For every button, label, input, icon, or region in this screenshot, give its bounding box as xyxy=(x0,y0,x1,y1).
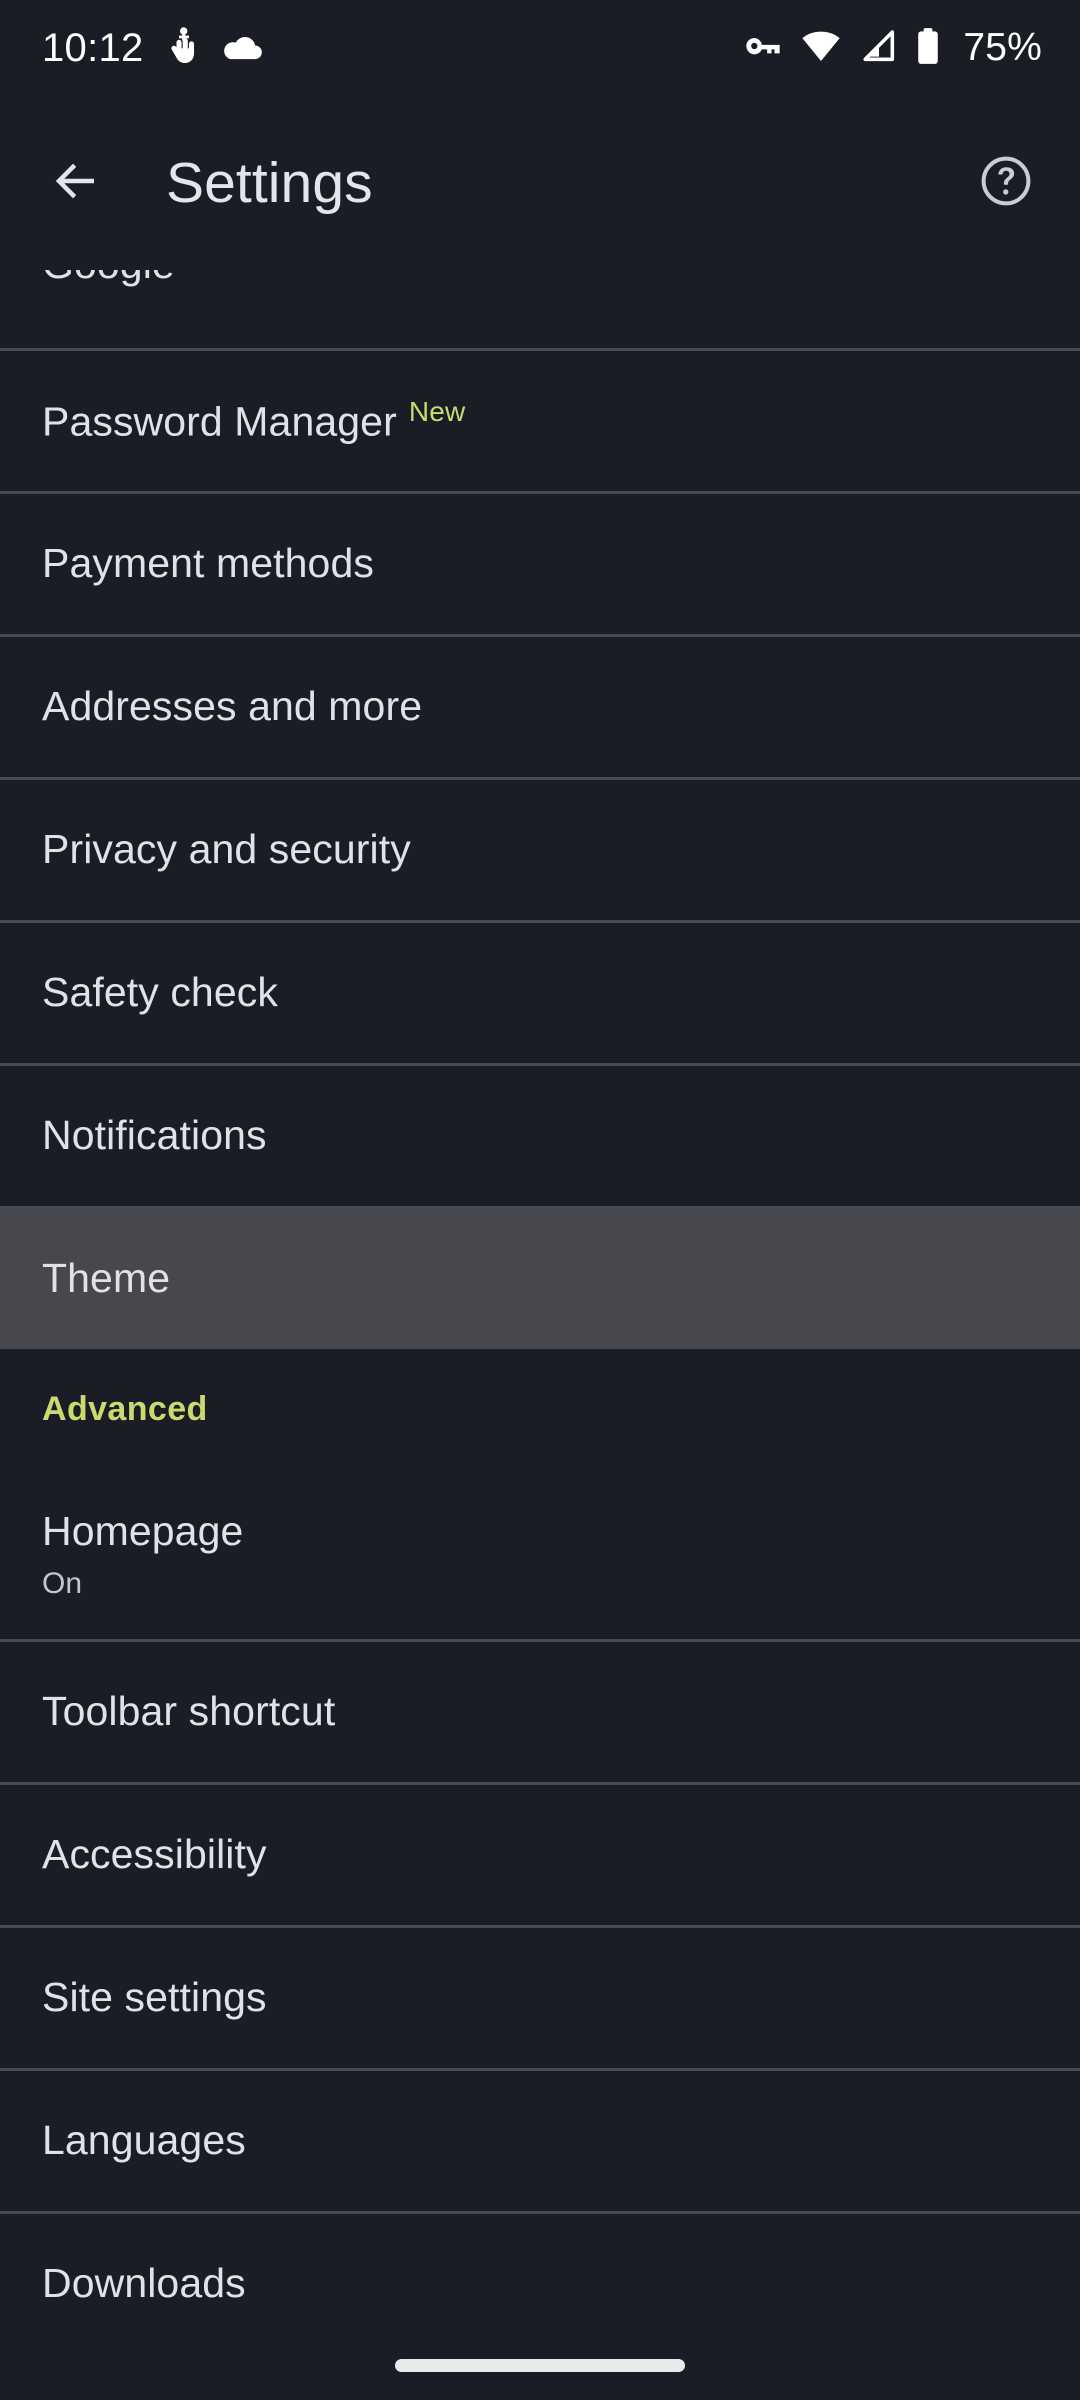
row-title: Password Manager xyxy=(42,399,397,445)
list-item-google[interactable]: Google xyxy=(0,270,1080,348)
list-item-theme[interactable]: Theme xyxy=(0,1209,1080,1349)
new-badge: New xyxy=(409,396,466,427)
row-title: Safety check xyxy=(42,968,1038,1017)
row-title: Theme xyxy=(42,1254,1038,1303)
settings-list[interactable]: Google Password Manager New Payment metho… xyxy=(0,270,1080,2330)
row-title: Google xyxy=(42,270,175,289)
status-clock: 10:12 xyxy=(42,26,144,71)
battery-percent-label: 75% xyxy=(963,26,1042,70)
status-bar-left: 10:12 xyxy=(42,26,264,71)
cloud-icon xyxy=(222,31,264,66)
list-item-downloads[interactable]: Downloads xyxy=(0,2214,1080,2330)
home-gesture-pill[interactable] xyxy=(395,2359,685,2372)
back-button[interactable] xyxy=(28,135,124,231)
phone-screen: 10:12 xyxy=(0,0,1080,2400)
app-bar: Settings xyxy=(0,96,1080,270)
section-header-advanced: Advanced xyxy=(0,1349,1080,1469)
list-item-toolbar-shortcut[interactable]: Toolbar shortcut xyxy=(0,1642,1080,1782)
section-header-label: Advanced xyxy=(42,1390,208,1429)
list-item-homepage[interactable]: Homepage On xyxy=(0,1469,1080,1639)
row-title: Homepage xyxy=(42,1507,1038,1556)
row-title: Accessibility xyxy=(42,1830,1038,1879)
list-item-payment-methods[interactable]: Payment methods xyxy=(0,494,1080,634)
vpn-key-icon xyxy=(743,31,783,66)
row-title: Languages xyxy=(42,2116,1038,2165)
battery-icon xyxy=(915,27,941,70)
wifi-icon xyxy=(801,30,841,67)
row-title: Addresses and more xyxy=(42,682,1038,731)
row-title: Privacy and security xyxy=(42,825,1038,874)
help-button[interactable] xyxy=(958,135,1054,231)
help-circle-icon xyxy=(978,153,1034,214)
list-item-password-manager[interactable]: Password Manager New xyxy=(0,351,1080,491)
touch-hand-icon xyxy=(166,26,200,71)
row-title: Notifications xyxy=(42,1111,1038,1160)
list-item-addresses-and-more[interactable]: Addresses and more xyxy=(0,637,1080,777)
row-title: Toolbar shortcut xyxy=(42,1687,1038,1736)
navigation-bar xyxy=(0,2330,1080,2400)
row-title-wrapper: Password Manager New xyxy=(42,395,1038,447)
arrow-back-icon xyxy=(49,154,103,213)
row-title: Payment methods xyxy=(42,539,1038,588)
list-item-languages[interactable]: Languages xyxy=(0,2071,1080,2211)
row-title: Downloads xyxy=(42,2259,1038,2308)
list-item-privacy-and-security[interactable]: Privacy and security xyxy=(0,780,1080,920)
status-bar: 10:12 xyxy=(0,0,1080,96)
mobile-signal-icon xyxy=(859,30,897,67)
list-item-safety-check[interactable]: Safety check xyxy=(0,923,1080,1063)
page-title: Settings xyxy=(166,150,373,216)
row-title: Site settings xyxy=(42,1973,1038,2022)
list-item-notifications[interactable]: Notifications xyxy=(0,1066,1080,1206)
list-item-accessibility[interactable]: Accessibility xyxy=(0,1785,1080,1925)
list-item-site-settings[interactable]: Site settings xyxy=(0,1928,1080,2068)
row-subtitle: On xyxy=(42,1567,1038,1601)
status-bar-right: 75% xyxy=(743,26,1042,70)
